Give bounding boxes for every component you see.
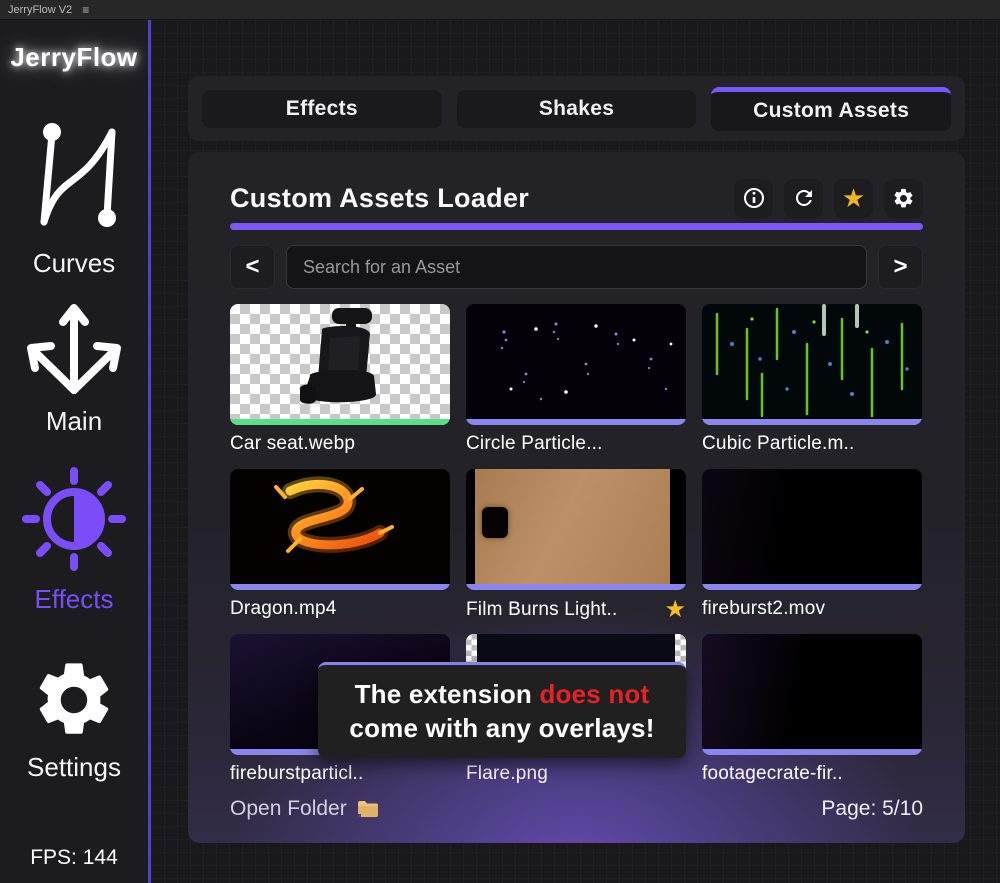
next-page-button[interactable]: >	[878, 245, 923, 289]
refresh-button[interactable]	[784, 179, 823, 218]
asset-thumbnail-fireburst2[interactable]	[702, 469, 922, 590]
gear-icon	[892, 187, 915, 210]
asset-name: Car seat.webp	[230, 433, 355, 455]
sidebar-item-curves[interactable]: Curves	[0, 248, 148, 279]
dragon-image	[230, 469, 450, 584]
accent-underline	[230, 223, 923, 230]
panel-toolbar: ★	[734, 179, 923, 218]
particle-image	[466, 304, 686, 419]
window-title-bar: JerryFlow V2 ≡	[0, 0, 1000, 20]
panel-title: Custom Assets Loader	[230, 183, 529, 214]
asset-type-bar	[466, 584, 686, 590]
asset-name: footagecrate-fir..	[702, 763, 843, 785]
asset-cell[interactable]: Film Burns Light.. ★	[466, 469, 686, 622]
overlay-tooltip: The extension does not come with any ove…	[318, 662, 686, 758]
asset-name: Circle Particle...	[466, 433, 603, 455]
asset-name: Flare.png	[466, 763, 548, 785]
info-button[interactable]	[734, 179, 773, 218]
asset-name: Dragon.mp4	[230, 598, 337, 620]
asset-thumbnail-circle-particle[interactable]	[466, 304, 686, 425]
asset-thumbnail-film-burns[interactable]	[466, 469, 686, 590]
film-hole	[482, 507, 508, 538]
open-folder-button[interactable]: Open Folder	[230, 797, 380, 821]
prev-page-button[interactable]: <	[230, 245, 275, 289]
half-sun-icon[interactable]	[0, 463, 148, 575]
star-icon: ★	[842, 185, 865, 211]
tab-bar: Effects Shakes Custom Assets	[188, 76, 965, 141]
sidebar-item-effects[interactable]: Effects	[0, 584, 148, 615]
asset-cell[interactable]: fireburst2.mov	[702, 469, 922, 620]
window-title: JerryFlow V2	[8, 4, 72, 16]
asset-cell[interactable]: Cubic Particle.m..	[702, 304, 922, 455]
gear-icon[interactable]	[0, 656, 148, 744]
panel-settings-button[interactable]	[884, 179, 923, 218]
asset-type-bar	[230, 584, 450, 590]
favorite-star-icon[interactable]: ★	[664, 598, 686, 622]
page-indicator: Page: 5/10	[821, 797, 923, 821]
custom-assets-panel: Custom Assets Loader	[188, 152, 965, 843]
asset-thumbnail-car-seat[interactable]	[230, 304, 450, 425]
folder-icon	[356, 799, 380, 819]
jerryflow-app: JerryFlow V2 ≡ JerryFlow Curves	[0, 0, 1000, 883]
search-row: < >	[230, 245, 923, 289]
tab-custom-assets[interactable]: Custom Assets	[711, 87, 951, 131]
panel-footer: Open Folder Page: 5/10	[230, 797, 923, 821]
tooltip-text: The extension does not come with any ove…	[349, 678, 654, 746]
asset-name: Film Burns Light..	[466, 599, 617, 621]
asset-type-bar	[466, 419, 686, 425]
tooltip-emphasis: does not	[539, 679, 649, 709]
main-area: Effects Shakes Custom Assets Custom Asse…	[151, 20, 1000, 883]
asset-thumbnail-footagecrate[interactable]	[702, 634, 922, 755]
asset-type-bar	[702, 749, 922, 755]
particle-image	[702, 304, 922, 419]
car-seat-image	[270, 306, 420, 418]
panel-menu-icon[interactable]: ≡	[82, 3, 89, 17]
asset-type-bar	[702, 584, 922, 590]
favorites-button[interactable]: ★	[834, 179, 873, 218]
refresh-icon	[792, 186, 816, 210]
bezier-curve-icon[interactable]	[0, 118, 148, 234]
fps-counter: FPS: 144	[0, 846, 148, 870]
tab-shakes[interactable]: Shakes	[457, 90, 697, 128]
asset-name: Cubic Particle.m..	[702, 433, 854, 455]
search-input[interactable]	[286, 245, 867, 289]
asset-cell[interactable]: footagecrate-fir..	[702, 634, 922, 785]
panel-header: Custom Assets Loader	[230, 178, 923, 218]
asset-name: fireburst2.mov	[702, 598, 825, 620]
app-logo: JerryFlow	[0, 42, 148, 73]
asset-thumbnail-dragon[interactable]	[230, 469, 450, 590]
asset-cell[interactable]: Circle Particle...	[466, 304, 686, 455]
sidebar-item-main[interactable]: Main	[0, 406, 148, 437]
asset-thumbnail-cubic-particle[interactable]	[702, 304, 922, 425]
asset-cell[interactable]: Car seat.webp	[230, 304, 450, 455]
sidebar: JerryFlow Curves Main	[0, 20, 148, 883]
info-icon	[742, 186, 766, 210]
tri-arrow-icon[interactable]	[0, 298, 148, 398]
asset-cell[interactable]: Dragon.mp4	[230, 469, 450, 620]
asset-type-bar	[230, 419, 450, 425]
asset-name: fireburstparticl..	[230, 763, 363, 785]
sidebar-item-settings[interactable]: Settings	[0, 752, 148, 783]
asset-type-bar	[702, 419, 922, 425]
tab-effects[interactable]: Effects	[202, 90, 442, 128]
